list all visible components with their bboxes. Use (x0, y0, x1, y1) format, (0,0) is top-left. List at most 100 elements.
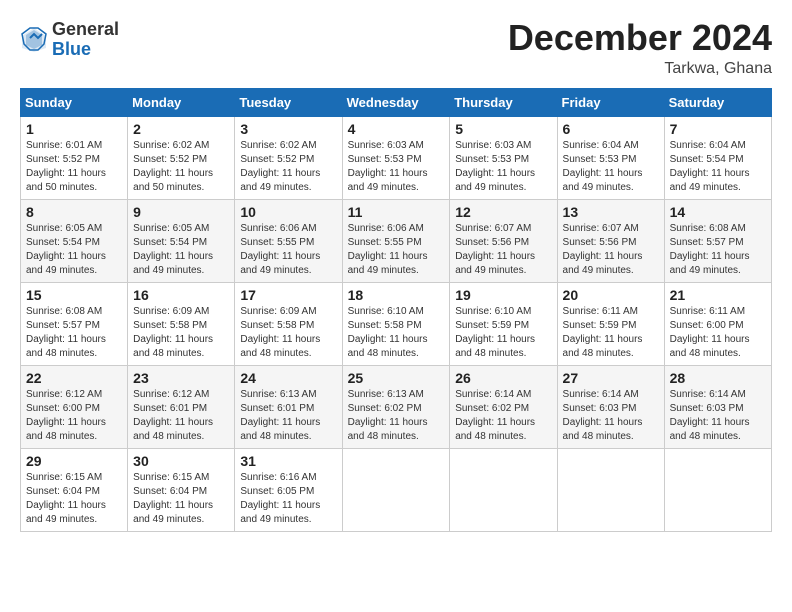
logo-text: General Blue (52, 20, 119, 60)
day-of-week-header: Tuesday (235, 89, 342, 117)
calendar-header-row: SundayMondayTuesdayWednesdayThursdayFrid… (21, 89, 772, 117)
day-number: 4 (348, 121, 445, 137)
calendar-cell: 1 Sunrise: 6:01 AM Sunset: 5:52 PM Dayli… (21, 117, 128, 200)
calendar-cell: 3 Sunrise: 6:02 AM Sunset: 5:52 PM Dayli… (235, 117, 342, 200)
calendar-cell: 9 Sunrise: 6:05 AM Sunset: 5:54 PM Dayli… (128, 200, 235, 283)
day-number: 11 (348, 204, 445, 220)
calendar-cell: 2 Sunrise: 6:02 AM Sunset: 5:52 PM Dayli… (128, 117, 235, 200)
calendar-cell: 30 Sunrise: 6:15 AM Sunset: 6:04 PM Dayl… (128, 449, 235, 532)
day-number: 13 (563, 204, 659, 220)
day-info: Sunrise: 6:02 AM Sunset: 5:52 PM Dayligh… (240, 139, 336, 195)
day-info: Sunrise: 6:13 AM Sunset: 6:01 PM Dayligh… (240, 388, 336, 444)
day-number: 28 (670, 370, 766, 386)
day-info: Sunrise: 6:07 AM Sunset: 5:56 PM Dayligh… (563, 222, 659, 278)
calendar-cell: 18 Sunrise: 6:10 AM Sunset: 5:58 PM Dayl… (342, 283, 450, 366)
title-section: December 2024 Tarkwa, Ghana (508, 20, 772, 78)
calendar-week-row: 1 Sunrise: 6:01 AM Sunset: 5:52 PM Dayli… (21, 117, 772, 200)
calendar-cell: 17 Sunrise: 6:09 AM Sunset: 5:58 PM Dayl… (235, 283, 342, 366)
day-number: 23 (133, 370, 229, 386)
day-info: Sunrise: 6:09 AM Sunset: 5:58 PM Dayligh… (240, 305, 336, 361)
day-info: Sunrise: 6:06 AM Sunset: 5:55 PM Dayligh… (240, 222, 336, 278)
calendar-cell: 31 Sunrise: 6:16 AM Sunset: 6:05 PM Dayl… (235, 449, 342, 532)
day-number: 29 (26, 453, 122, 469)
calendar-cell (664, 449, 771, 532)
calendar-cell: 24 Sunrise: 6:13 AM Sunset: 6:01 PM Dayl… (235, 366, 342, 449)
day-of-week-header: Friday (557, 89, 664, 117)
day-number: 14 (670, 204, 766, 220)
calendar-cell (557, 449, 664, 532)
calendar-cell: 10 Sunrise: 6:06 AM Sunset: 5:55 PM Dayl… (235, 200, 342, 283)
calendar-cell: 16 Sunrise: 6:09 AM Sunset: 5:58 PM Dayl… (128, 283, 235, 366)
calendar-week-row: 29 Sunrise: 6:15 AM Sunset: 6:04 PM Dayl… (21, 449, 772, 532)
day-number: 5 (455, 121, 551, 137)
calendar-week-row: 15 Sunrise: 6:08 AM Sunset: 5:57 PM Dayl… (21, 283, 772, 366)
day-of-week-header: Wednesday (342, 89, 450, 117)
day-number: 10 (240, 204, 336, 220)
calendar-cell: 25 Sunrise: 6:13 AM Sunset: 6:02 PM Dayl… (342, 366, 450, 449)
day-info: Sunrise: 6:01 AM Sunset: 5:52 PM Dayligh… (26, 139, 122, 195)
calendar-cell: 20 Sunrise: 6:11 AM Sunset: 5:59 PM Dayl… (557, 283, 664, 366)
day-of-week-header: Sunday (21, 89, 128, 117)
day-number: 9 (133, 204, 229, 220)
day-number: 24 (240, 370, 336, 386)
calendar-cell: 4 Sunrise: 6:03 AM Sunset: 5:53 PM Dayli… (342, 117, 450, 200)
day-info: Sunrise: 6:06 AM Sunset: 5:55 PM Dayligh… (348, 222, 445, 278)
calendar-cell: 13 Sunrise: 6:07 AM Sunset: 5:56 PM Dayl… (557, 200, 664, 283)
day-info: Sunrise: 6:05 AM Sunset: 5:54 PM Dayligh… (26, 222, 122, 278)
day-info: Sunrise: 6:03 AM Sunset: 5:53 PM Dayligh… (455, 139, 551, 195)
day-number: 3 (240, 121, 336, 137)
day-number: 7 (670, 121, 766, 137)
day-info: Sunrise: 6:13 AM Sunset: 6:02 PM Dayligh… (348, 388, 445, 444)
day-info: Sunrise: 6:05 AM Sunset: 5:54 PM Dayligh… (133, 222, 229, 278)
day-number: 1 (26, 121, 122, 137)
day-info: Sunrise: 6:15 AM Sunset: 6:04 PM Dayligh… (133, 471, 229, 527)
calendar-cell (450, 449, 557, 532)
day-number: 25 (348, 370, 445, 386)
logo-icon (20, 26, 48, 54)
day-of-week-header: Saturday (664, 89, 771, 117)
day-info: Sunrise: 6:08 AM Sunset: 5:57 PM Dayligh… (26, 305, 122, 361)
calendar-cell: 8 Sunrise: 6:05 AM Sunset: 5:54 PM Dayli… (21, 200, 128, 283)
day-number: 12 (455, 204, 551, 220)
day-info: Sunrise: 6:04 AM Sunset: 5:53 PM Dayligh… (563, 139, 659, 195)
day-number: 17 (240, 287, 336, 303)
calendar-cell: 6 Sunrise: 6:04 AM Sunset: 5:53 PM Dayli… (557, 117, 664, 200)
calendar-cell: 12 Sunrise: 6:07 AM Sunset: 5:56 PM Dayl… (450, 200, 557, 283)
calendar: SundayMondayTuesdayWednesdayThursdayFrid… (20, 88, 772, 532)
day-info: Sunrise: 6:12 AM Sunset: 6:01 PM Dayligh… (133, 388, 229, 444)
day-info: Sunrise: 6:04 AM Sunset: 5:54 PM Dayligh… (670, 139, 766, 195)
calendar-cell: 15 Sunrise: 6:08 AM Sunset: 5:57 PM Dayl… (21, 283, 128, 366)
calendar-cell: 29 Sunrise: 6:15 AM Sunset: 6:04 PM Dayl… (21, 449, 128, 532)
day-number: 22 (26, 370, 122, 386)
day-info: Sunrise: 6:14 AM Sunset: 6:02 PM Dayligh… (455, 388, 551, 444)
day-info: Sunrise: 6:09 AM Sunset: 5:58 PM Dayligh… (133, 305, 229, 361)
day-info: Sunrise: 6:02 AM Sunset: 5:52 PM Dayligh… (133, 139, 229, 195)
day-number: 21 (670, 287, 766, 303)
day-info: Sunrise: 6:15 AM Sunset: 6:04 PM Dayligh… (26, 471, 122, 527)
day-info: Sunrise: 6:10 AM Sunset: 5:59 PM Dayligh… (455, 305, 551, 361)
day-info: Sunrise: 6:07 AM Sunset: 5:56 PM Dayligh… (455, 222, 551, 278)
day-number: 20 (563, 287, 659, 303)
header: General Blue December 2024 Tarkwa, Ghana (20, 20, 772, 78)
day-number: 15 (26, 287, 122, 303)
calendar-cell: 5 Sunrise: 6:03 AM Sunset: 5:53 PM Dayli… (450, 117, 557, 200)
day-info: Sunrise: 6:10 AM Sunset: 5:58 PM Dayligh… (348, 305, 445, 361)
day-info: Sunrise: 6:14 AM Sunset: 6:03 PM Dayligh… (670, 388, 766, 444)
day-info: Sunrise: 6:11 AM Sunset: 6:00 PM Dayligh… (670, 305, 766, 361)
calendar-cell: 11 Sunrise: 6:06 AM Sunset: 5:55 PM Dayl… (342, 200, 450, 283)
day-info: Sunrise: 6:11 AM Sunset: 5:59 PM Dayligh… (563, 305, 659, 361)
month-title: December 2024 (508, 20, 772, 56)
calendar-cell: 28 Sunrise: 6:14 AM Sunset: 6:03 PM Dayl… (664, 366, 771, 449)
calendar-cell: 21 Sunrise: 6:11 AM Sunset: 6:00 PM Dayl… (664, 283, 771, 366)
logo: General Blue (20, 20, 119, 60)
logo-blue-text: Blue (52, 40, 119, 60)
day-info: Sunrise: 6:08 AM Sunset: 5:57 PM Dayligh… (670, 222, 766, 278)
calendar-cell: 23 Sunrise: 6:12 AM Sunset: 6:01 PM Dayl… (128, 366, 235, 449)
calendar-cell: 19 Sunrise: 6:10 AM Sunset: 5:59 PM Dayl… (450, 283, 557, 366)
calendar-cell (342, 449, 450, 532)
day-of-week-header: Monday (128, 89, 235, 117)
day-number: 6 (563, 121, 659, 137)
day-info: Sunrise: 6:14 AM Sunset: 6:03 PM Dayligh… (563, 388, 659, 444)
location-title: Tarkwa, Ghana (508, 60, 772, 78)
day-info: Sunrise: 6:16 AM Sunset: 6:05 PM Dayligh… (240, 471, 336, 527)
